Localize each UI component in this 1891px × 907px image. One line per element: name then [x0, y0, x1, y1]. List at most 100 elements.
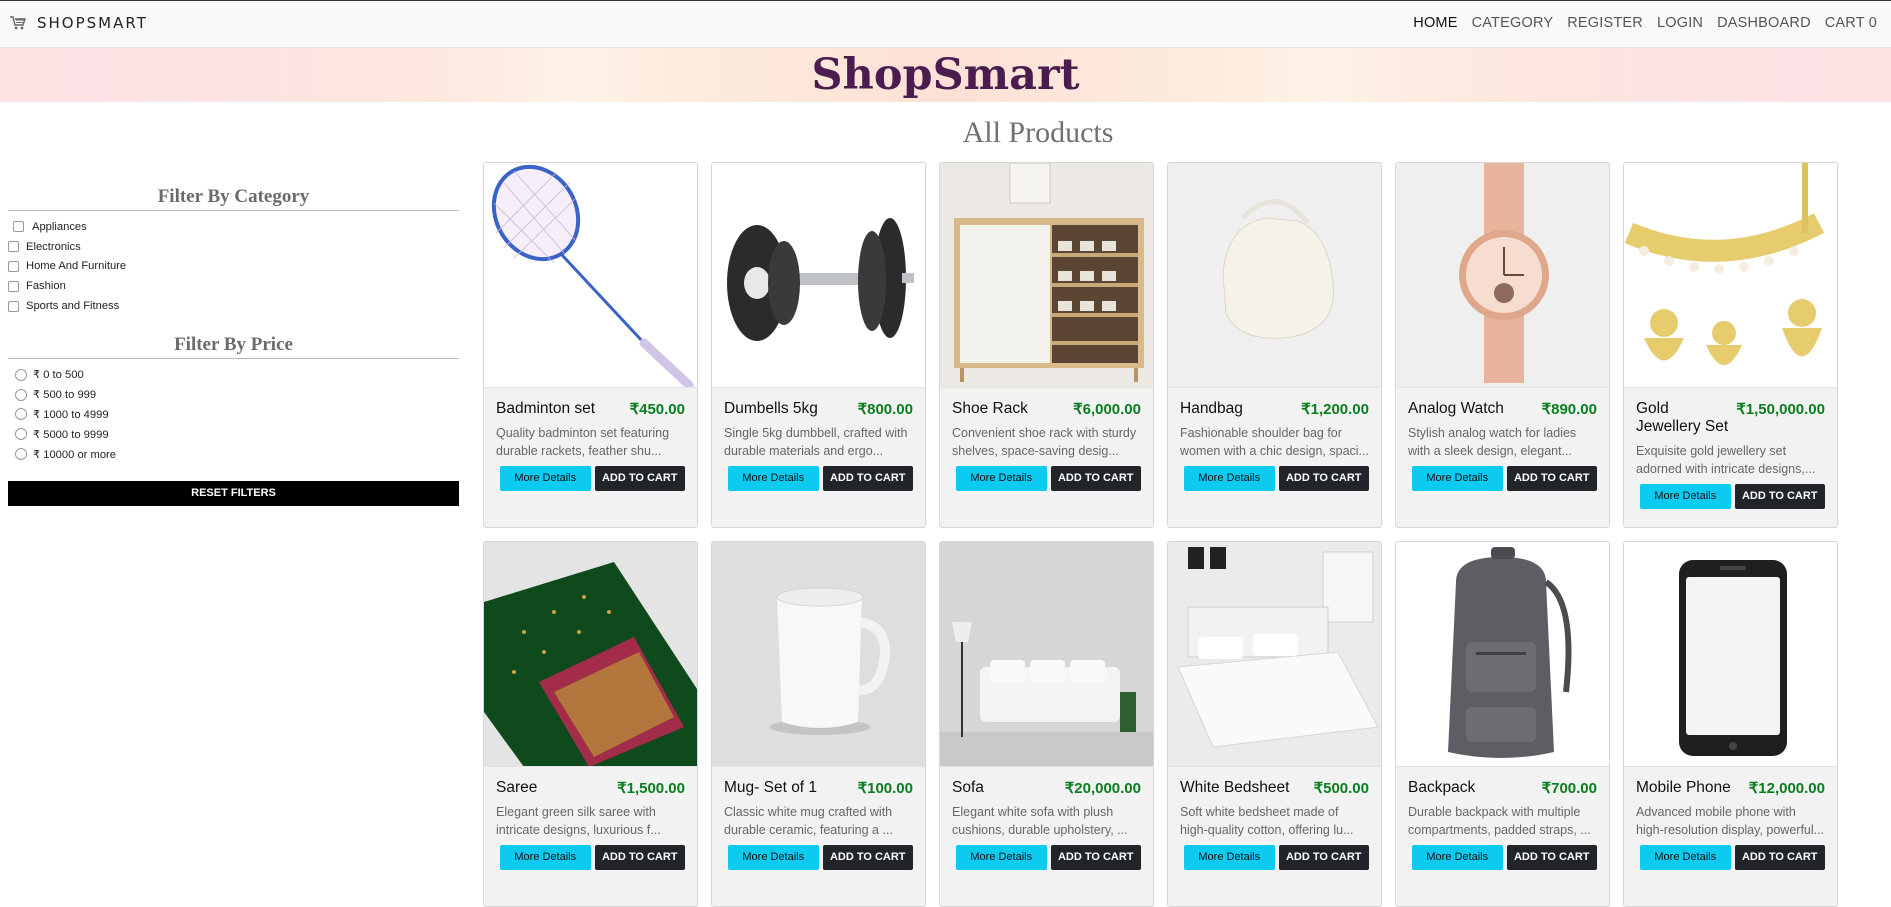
product-name[interactable]: Dumbells 5kg [724, 400, 818, 418]
radio[interactable] [15, 428, 27, 441]
product-card: White Bedsheet ₹500.00 Soft white bedshe… [1167, 541, 1382, 907]
checkbox[interactable] [8, 280, 19, 292]
product-name[interactable]: Analog Watch [1408, 400, 1504, 418]
product-card: Saree ₹1,500.00 Elegant green silk saree… [483, 541, 698, 907]
product-card: Gold Jewellery Set ₹1,50,000.00 Exquisit… [1623, 162, 1838, 528]
dumbbell-icon [727, 218, 914, 341]
add-to-cart-button[interactable]: ADD TO CART [594, 466, 685, 491]
price-label: ₹ 1000 to 4999 [33, 408, 109, 421]
product-name[interactable]: Sofa [952, 779, 984, 797]
more-details-button[interactable]: More Details [1412, 466, 1503, 491]
backpack-icon [1448, 547, 1572, 758]
brand-name: SHOPSMART [37, 14, 148, 32]
mug-icon [712, 542, 925, 766]
price-option[interactable]: ₹ 5000 to 9999 [8, 424, 459, 444]
add-to-cart-button[interactable]: ADD TO CART [1050, 466, 1141, 491]
category-filter-list: Appliances Electronics Home And Furnitur… [8, 217, 459, 316]
category-option[interactable]: Home And Furniture [8, 257, 459, 277]
product-description: Stylish analog watch for ladies with a s… [1408, 426, 1577, 458]
add-to-cart-button[interactable]: ADD TO CART [1278, 845, 1369, 870]
product-name[interactable]: Mug- Set of 1 [724, 779, 817, 797]
product-card: Backpack ₹700.00 Durable backpack with m… [1395, 541, 1610, 907]
brand[interactable]: SHOPSMART [9, 14, 148, 32]
radio[interactable] [15, 388, 27, 401]
add-to-cart-button[interactable]: ADD TO CART [1506, 845, 1597, 870]
product-price: ₹450.00 [629, 401, 685, 418]
checkbox[interactable] [8, 300, 19, 312]
add-to-cart-button[interactable]: ADD TO CART [1278, 466, 1369, 491]
product-price: ₹1,500.00 [617, 780, 685, 797]
add-to-cart-button[interactable]: ADD TO CART [822, 466, 913, 491]
watch-icon [1459, 163, 1549, 383]
product-card: Dumbells 5kg ₹800.00 Single 5kg dumbbell… [711, 162, 926, 528]
checkbox[interactable] [13, 221, 24, 233]
product-card: Badminton set ₹450.00 Quality badminton … [483, 162, 698, 528]
product-name[interactable]: White Bedsheet [1180, 779, 1289, 797]
add-to-cart-button[interactable]: ADD TO CART [1506, 466, 1597, 491]
price-option[interactable]: ₹ 500 to 999 [8, 385, 459, 405]
more-details-button[interactable]: More Details [1412, 845, 1503, 870]
reset-filters-button[interactable]: RESET FILTERS [8, 480, 459, 506]
product-price: ₹500.00 [1313, 780, 1369, 797]
more-details-button[interactable]: More Details [1640, 845, 1731, 870]
price-option[interactable]: ₹ 1000 to 4999 [8, 405, 459, 425]
more-details-button[interactable]: More Details [1640, 484, 1731, 509]
category-filter-heading: Filter By Category [8, 186, 459, 211]
more-details-button[interactable]: More Details [728, 845, 819, 870]
radio[interactable] [15, 368, 27, 381]
category-option[interactable]: Sports and Fitness [8, 296, 459, 316]
page-title: All Products [962, 116, 1114, 149]
more-details-button[interactable]: More Details [956, 845, 1047, 870]
more-details-button[interactable]: More Details [500, 845, 591, 870]
nav-login[interactable]: LOGIN [1657, 15, 1703, 31]
price-option[interactable]: ₹ 0 to 500 [8, 365, 459, 385]
product-name[interactable]: Shoe Rack [952, 400, 1028, 418]
price-option[interactable]: ₹ 10000 or more [8, 444, 459, 464]
product-image [940, 542, 1153, 767]
nav-dashboard[interactable]: DASHBOARD [1717, 15, 1811, 31]
product-description: Elegant green silk saree with intricate … [496, 805, 661, 837]
bed-icon [1168, 542, 1381, 766]
product-price: ₹12,000.00 [1748, 780, 1825, 797]
add-to-cart-button[interactable]: ADD TO CART [1734, 484, 1825, 509]
nav-register[interactable]: REGISTER [1567, 15, 1643, 31]
product-description: Soft white bedsheet made of high-quality… [1180, 805, 1354, 837]
add-to-cart-button[interactable]: ADD TO CART [822, 845, 913, 870]
more-details-button[interactable]: More Details [956, 466, 1047, 491]
product-card: Handbag ₹1,200.00 Fashionable shoulder b… [1167, 162, 1382, 528]
radio[interactable] [15, 408, 27, 421]
phone-icon [1679, 560, 1787, 756]
more-details-button[interactable]: More Details [500, 466, 591, 491]
category-option[interactable]: Fashion [8, 276, 459, 296]
radio[interactable] [15, 448, 27, 461]
price-label: ₹ 0 to 500 [33, 369, 84, 382]
product-name[interactable]: Mobile Phone [1636, 779, 1731, 797]
more-details-button[interactable]: More Details [1184, 466, 1275, 491]
product-card: Mobile Phone ₹12,000.00 Advanced mobile … [1623, 541, 1838, 907]
product-description: Fashionable shoulder bag for women with … [1180, 426, 1369, 458]
product-name[interactable]: Backpack [1408, 779, 1475, 797]
product-name[interactable]: Badminton set [496, 400, 595, 418]
add-to-cart-button[interactable]: ADD TO CART [1050, 845, 1141, 870]
product-name[interactable]: Handbag [1180, 400, 1243, 418]
category-option[interactable]: Electronics [8, 237, 459, 257]
more-details-button[interactable]: More Details [728, 466, 819, 491]
category-label: Electronics [26, 240, 81, 253]
nav-home[interactable]: HOME [1413, 15, 1457, 31]
add-to-cart-button[interactable]: ADD TO CART [1734, 845, 1825, 870]
product-image [940, 163, 1153, 388]
nav-category[interactable]: CATEGORY [1472, 15, 1554, 31]
product-image [712, 163, 925, 388]
product-price: ₹1,50,000.00 [1736, 401, 1825, 418]
nav-cart[interactable]: CART 0 [1825, 15, 1877, 31]
badminton-racket-icon [491, 164, 694, 387]
checkbox[interactable] [8, 260, 19, 272]
product-price: ₹890.00 [1541, 401, 1597, 418]
category-label: Sports and Fitness [26, 300, 120, 313]
checkbox[interactable] [8, 241, 19, 253]
more-details-button[interactable]: More Details [1184, 845, 1275, 870]
product-name[interactable]: Saree [496, 779, 537, 797]
product-name[interactable]: Gold Jewellery Set [1636, 400, 1736, 436]
add-to-cart-button[interactable]: ADD TO CART [594, 845, 685, 870]
category-option[interactable]: Appliances [8, 217, 459, 237]
